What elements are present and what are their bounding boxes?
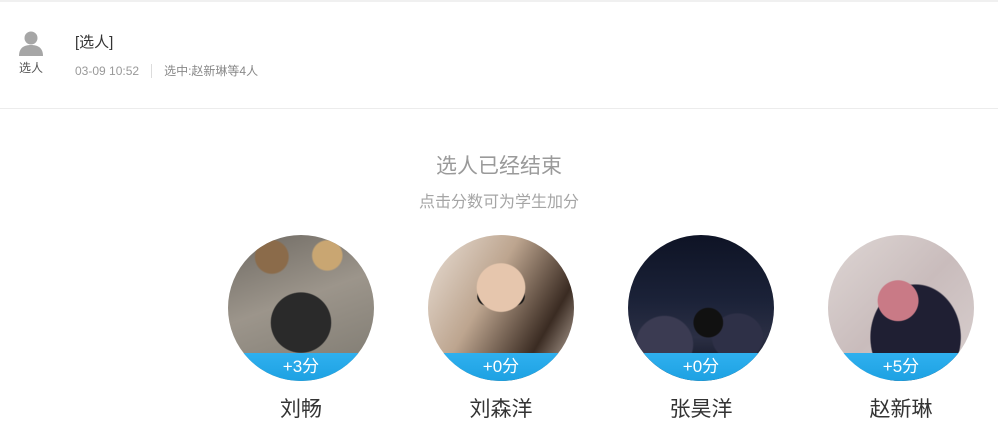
student-name: 刘森洋 [469, 398, 533, 421]
student-card: +0分 张昊洋 [626, 235, 776, 423]
score-button[interactable]: +3分 [228, 353, 374, 381]
meta-divider [151, 63, 153, 78]
student-card: +5分 赵新琳 [826, 235, 976, 423]
activity-type-label: 选人 [18, 61, 43, 75]
student-card: +3分 刘畅 [226, 235, 376, 423]
student-avatar[interactable]: +5分 [828, 235, 974, 381]
activity-time: 03-09 10:52 [75, 63, 140, 78]
activity-meta: 03-09 10:52 选中: 赵新琳等4人 [75, 62, 258, 79]
selected-label: 选中: [164, 64, 192, 78]
score-button[interactable]: +0分 [428, 353, 574, 381]
score-button[interactable]: +0分 [628, 353, 774, 381]
student-avatar[interactable]: +3分 [228, 235, 374, 381]
student-name: 赵新琳 [869, 398, 933, 421]
person-icon [19, 31, 43, 56]
selected-students: +3分 刘畅 +0分 刘森洋 +0分 张昊洋 +5分 赵新琳 [0, 235, 998, 434]
student-avatar[interactable]: +0分 [428, 235, 574, 381]
score-button[interactable]: +5分 [828, 353, 974, 381]
student-name: 张昊洋 [669, 398, 733, 421]
student-name: 刘畅 [280, 398, 322, 421]
activity-title: [选人] [75, 34, 114, 51]
student-avatar[interactable]: +0分 [628, 235, 774, 381]
selected-value: 赵新琳等4人 [191, 64, 259, 78]
activity-record[interactable]: 选人 [选人] 03-09 10:52 选中: 赵新琳等4人 [0, 2, 998, 109]
activity-type: 选人 [14, 30, 48, 82]
result-title: 选人已经结束 [436, 155, 562, 178]
student-card: +0分 刘森洋 [426, 235, 576, 423]
result-subtitle: 点击分数可为学生加分 [418, 194, 579, 211]
